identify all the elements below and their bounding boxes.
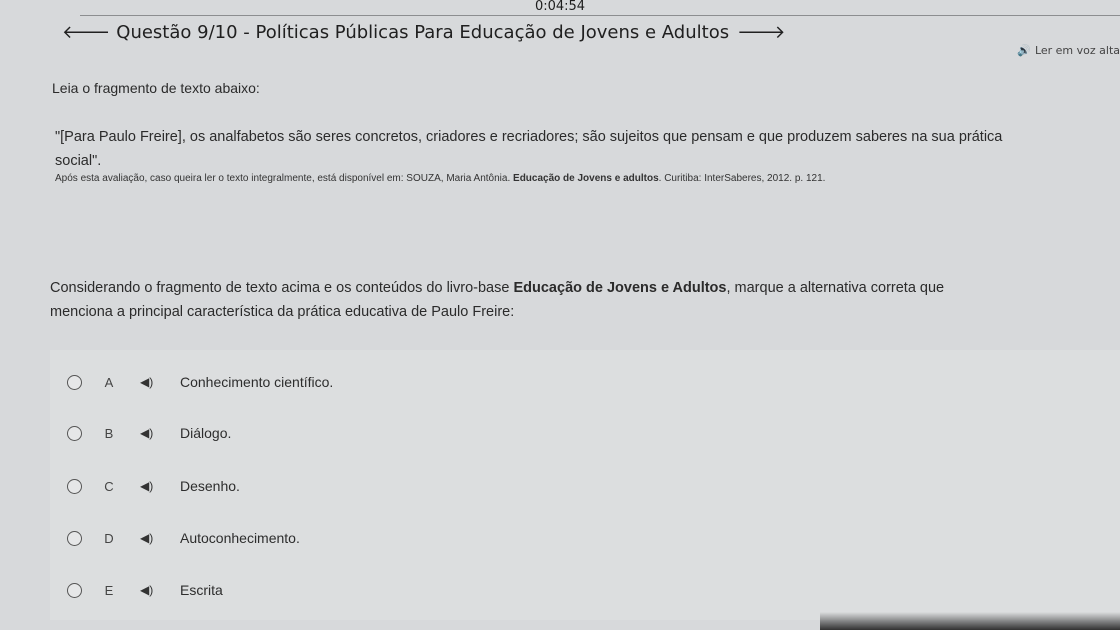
speaker-icon[interactable]: ◀) xyxy=(140,583,158,597)
read-aloud-label: Ler em voz alta xyxy=(1034,44,1120,57)
timer: 0:04:54 xyxy=(534,0,586,14)
statement-part-1: Considerando o fragmento de texto acima … xyxy=(50,280,514,296)
arrow-right-icon[interactable]: 🡒 xyxy=(737,22,785,43)
option-letter: B xyxy=(104,425,114,441)
speaker-icon: 🔊 xyxy=(1017,44,1031,57)
options-list: A ◀) Conhecimento científico. B ◀) Diálo… xyxy=(50,350,1120,620)
option-letter: D xyxy=(104,530,114,546)
reference-suffix: . Curitiba: InterSaberes, 2012. p. 121. xyxy=(658,173,826,184)
radio-button[interactable] xyxy=(67,425,82,441)
option-letter: E xyxy=(104,582,114,598)
arrow-left-icon[interactable]: 🡐 xyxy=(62,22,110,43)
header-divider xyxy=(80,15,1120,16)
statement-line-1: Considerando o fragmento de texto acima … xyxy=(50,276,1120,300)
option-a[interactable]: A ◀) Conhecimento científico. xyxy=(50,354,1120,410)
question-header: 🡐 Questão 9/10 - Políticas Públicas Para… xyxy=(62,22,785,43)
speaker-icon[interactable]: ◀) xyxy=(140,479,158,493)
speaker-icon[interactable]: ◀) xyxy=(140,426,158,440)
quote-line-1: "[Para Paulo Freire], os analfabetos são… xyxy=(55,129,1003,145)
quote-text: "[Para Paulo Freire], os analfabetos são… xyxy=(55,125,1120,173)
statement-part-2: , marque a alternativa correta que xyxy=(726,280,945,296)
statement-bold: Educação de Jovens e Adultos xyxy=(513,280,727,296)
speaker-icon[interactable]: ◀) xyxy=(140,375,158,389)
option-text: Escrita xyxy=(180,582,223,598)
option-text: Autoconhecimento. xyxy=(180,530,300,546)
option-letter: C xyxy=(104,478,114,494)
option-e[interactable]: E ◀) Escrita xyxy=(50,562,1120,618)
option-b[interactable]: B ◀) Diálogo. xyxy=(50,405,1120,461)
option-d[interactable]: D ◀) Autoconhecimento. xyxy=(50,510,1120,566)
radio-button[interactable] xyxy=(67,374,82,390)
screen-edge-shadow xyxy=(820,612,1120,630)
read-aloud-button[interactable]: 🔊 Ler em voz alta xyxy=(1017,44,1120,57)
option-c[interactable]: C ◀) Desenho. xyxy=(50,458,1120,514)
radio-button[interactable] xyxy=(67,530,82,546)
question-statement: Considerando o fragmento de texto acima … xyxy=(50,276,1120,324)
reference-book: Educação de Jovens e adultos xyxy=(513,173,659,184)
reference-text: Após esta avaliação, caso queira ler o t… xyxy=(55,173,1120,184)
option-text: Conhecimento científico. xyxy=(180,374,334,390)
option-text: Diálogo. xyxy=(180,425,232,441)
speaker-icon[interactable]: ◀) xyxy=(140,531,158,545)
radio-button[interactable] xyxy=(67,582,82,598)
statement-line-2: menciona a principal característica da p… xyxy=(50,304,515,320)
radio-button[interactable] xyxy=(67,478,82,494)
question-prompt: Leia o fragmento de texto abaixo: xyxy=(52,80,260,96)
option-letter: A xyxy=(104,374,114,390)
question-title: Questão 9/10 - Políticas Públicas Para E… xyxy=(116,22,730,43)
quote-line-2: social". xyxy=(55,153,102,169)
option-text: Desenho. xyxy=(180,478,240,494)
reference-prefix: Após esta avaliação, caso queira ler o t… xyxy=(55,173,514,184)
